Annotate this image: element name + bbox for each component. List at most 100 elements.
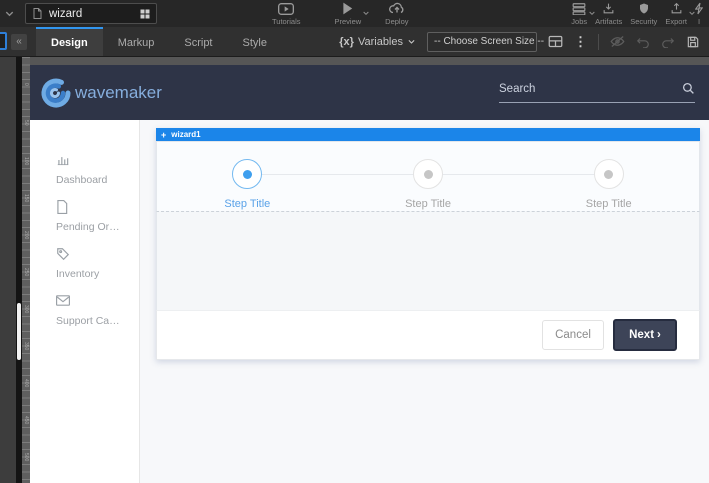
document-icon (56, 199, 139, 214)
redo-button[interactable] (661, 36, 675, 48)
save-button[interactable] (686, 35, 700, 49)
wizard-step-2[interactable]: Step Title (338, 142, 519, 211)
design-canvas: wavemaker Search Dashboard (30, 57, 709, 483)
ruler-label: 200 (23, 231, 29, 239)
next-button[interactable]: Next› (613, 319, 677, 351)
nav-item-inventory[interactable]: Inventory (56, 246, 139, 280)
app-header: wavemaker Search (30, 65, 709, 120)
nav-item-support-cases[interactable]: Support Ca… (56, 293, 139, 327)
play-icon (342, 2, 353, 15)
jobs-icon (572, 2, 586, 15)
shield-icon (638, 2, 650, 15)
step-dot-icon (424, 170, 433, 179)
export-button[interactable]: Export (665, 2, 687, 26)
project-name: wizard (49, 8, 133, 20)
variables-button[interactable]: {x} Variables (339, 36, 416, 48)
wavemaker-logo-icon (40, 77, 72, 109)
search-placeholder: Search (499, 83, 535, 95)
search-input[interactable]: Search (499, 82, 695, 103)
video-icon (278, 2, 294, 15)
variables-x-glyph: {x} (339, 36, 354, 48)
ruler-label: 500 (23, 453, 29, 461)
ruler-label: 450 (23, 416, 29, 424)
cutoff-toolbar-icon[interactable]: I (695, 2, 703, 26)
page-icon (31, 7, 43, 20)
cancel-button[interactable]: Cancel (542, 320, 604, 350)
search-icon[interactable] (682, 82, 695, 95)
topbar-right-actions: Jobs Artifacts Security (571, 2, 703, 26)
brand-name: wavemaker (75, 83, 162, 103)
editor-tabs: Design Markup Script Style (36, 27, 282, 56)
wizard-step-3[interactable]: Step Title (518, 142, 699, 211)
tab-style[interactable]: Style (228, 27, 282, 56)
wizard-step-1[interactable]: Step Title (157, 142, 338, 211)
deploy-button[interactable]: Deploy (385, 2, 408, 26)
undo-icon (636, 36, 650, 48)
wizard-footer: Cancel Next› (156, 310, 700, 360)
ruler-label: 50 (23, 120, 29, 126)
undo-button[interactable] (636, 36, 650, 48)
ruler-label: 150 (23, 194, 29, 202)
vertical-ruler: 0 50 100 150 200 250 300 350 400 450 500 (22, 57, 30, 483)
ruler-label: 350 (23, 342, 29, 350)
scrollbar-thumb[interactable] (17, 303, 21, 360)
app-body: Dashboard Pending Or… Inventory (30, 120, 709, 483)
tab-script[interactable]: Script (169, 27, 227, 56)
cloud-upload-icon (389, 2, 405, 15)
upload-icon (670, 2, 683, 15)
studio-topbar: wizard Tutorials Preview (0, 0, 709, 27)
next-arrow-icon: › (657, 329, 661, 341)
ruler-label: 300 (23, 305, 29, 313)
tutorials-button[interactable]: Tutorials (272, 2, 300, 26)
chevron-down-icon[interactable] (4, 8, 15, 19)
wizard-step-content-area[interactable] (156, 211, 700, 310)
brand[interactable]: wavemaker (40, 77, 162, 109)
step-circle (594, 159, 624, 189)
security-button[interactable]: Security (630, 2, 657, 26)
grid-icon[interactable] (139, 8, 151, 20)
ruler-label: 250 (23, 268, 29, 276)
toolbar-divider (598, 34, 599, 50)
preview-dropdown-chevron-icon[interactable] (362, 9, 370, 17)
preview-button[interactable]: Preview (334, 2, 361, 26)
eye-off-icon (610, 35, 625, 48)
step-dot-icon (243, 170, 252, 179)
tab-markup[interactable]: Markup (103, 27, 170, 56)
layout-icon (548, 35, 563, 48)
artifacts-button[interactable]: Artifacts (595, 2, 622, 26)
step-dot-icon (604, 170, 613, 179)
app-main-content: + wizard1 Step Title Step Title (140, 120, 709, 483)
screen-size-select[interactable]: -- Choose Screen Size -- (427, 32, 537, 52)
ruler-label: 400 (23, 379, 29, 387)
download-tray-icon (602, 2, 615, 15)
topbar-center-actions: Tutorials Preview Deploy (272, 2, 409, 26)
project-name-box[interactable]: wizard (25, 3, 157, 24)
design-workspace: 0 50 100 150 200 250 300 350 400 450 500 (0, 57, 709, 483)
wavemaker-studio: wizard Tutorials Preview (0, 0, 709, 483)
left-rail: 0 50 100 150 200 250 300 350 400 450 500 (0, 57, 30, 483)
ruler-label: 100 (23, 157, 29, 165)
chevron-down-icon (407, 37, 416, 46)
tag-icon (56, 246, 139, 261)
app-left-nav: Dashboard Pending Or… Inventory (30, 120, 140, 483)
step-circle (232, 159, 262, 189)
move-icon[interactable]: + (161, 130, 166, 140)
toggle-visibility-button[interactable] (610, 35, 625, 48)
widget-selection-bar[interactable]: + wizard1 (156, 128, 700, 141)
tabbar-right-tools: {x} Variables -- Choose Screen Size -- ⋮ (339, 27, 709, 56)
chart-bar-icon (56, 152, 139, 167)
canvas-top-gutter (30, 57, 709, 65)
wizard-widget[interactable]: + wizard1 Step Title Step Title (156, 128, 700, 360)
nav-item-pending-orders[interactable]: Pending Or… (56, 199, 139, 233)
editor-tabbar: « Design Markup Script Style {x} Variabl… (0, 27, 709, 57)
widget-name: wizard1 (171, 130, 200, 139)
lightning-icon (695, 2, 703, 15)
jobs-button[interactable]: Jobs (571, 2, 587, 26)
nav-item-dashboard[interactable]: Dashboard (56, 152, 139, 186)
more-options-button[interactable]: ⋮ (574, 34, 587, 50)
collapse-panel-button[interactable]: « (11, 34, 27, 50)
tab-design[interactable]: Design (36, 27, 103, 56)
save-icon (686, 35, 700, 49)
layout-view-button[interactable] (548, 35, 563, 48)
widgets-panel-active-stub[interactable] (0, 32, 7, 50)
